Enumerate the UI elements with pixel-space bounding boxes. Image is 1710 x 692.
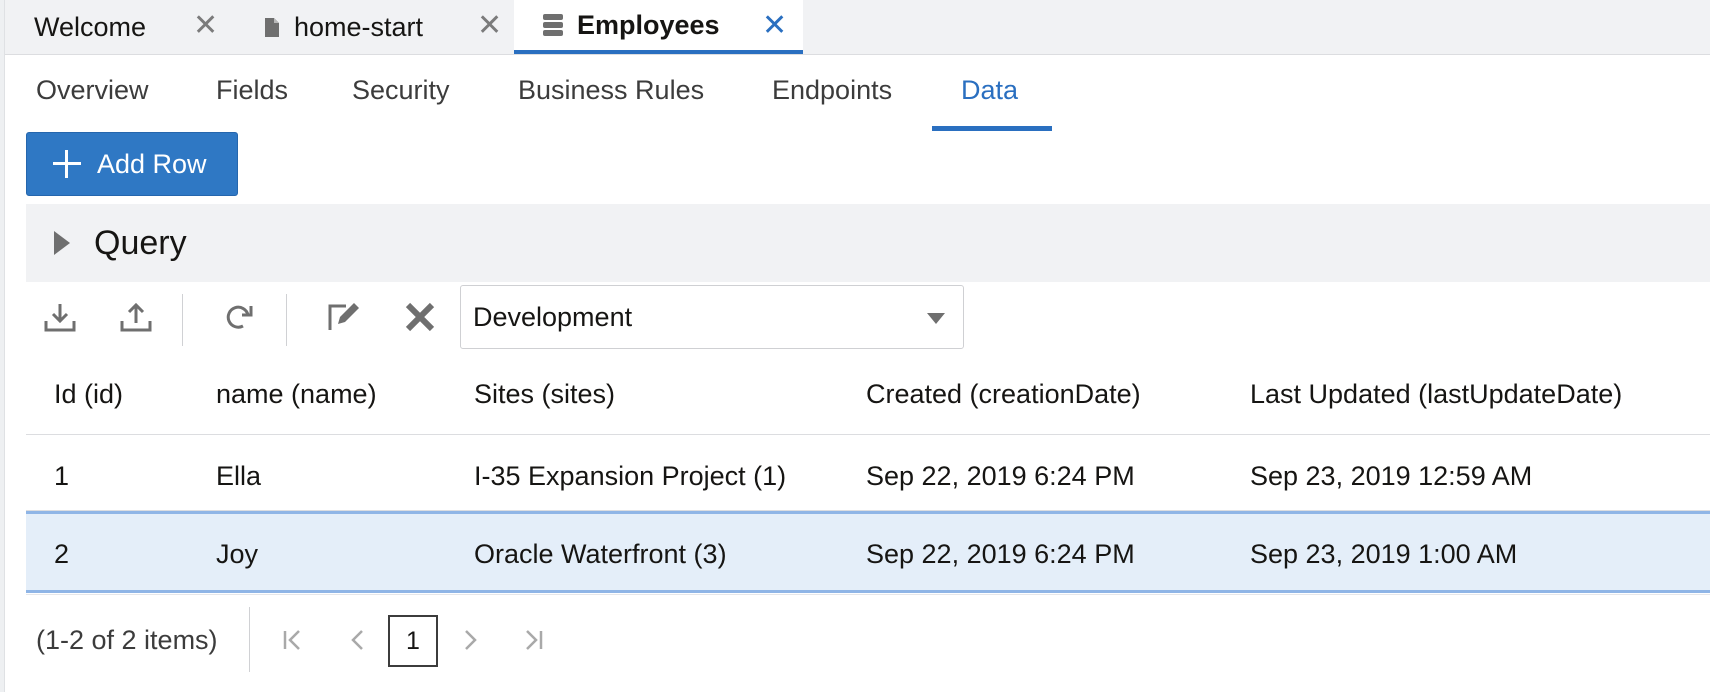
column-header-id[interactable]: Id (id) (54, 379, 123, 410)
column-header-created[interactable]: Created (creationDate) (866, 379, 1141, 410)
query-title: Query (94, 223, 187, 262)
cell-id: 1 (54, 461, 70, 491)
tab-endpoints[interactable]: Endpoints (772, 75, 892, 133)
tab-fields[interactable]: Fields (216, 75, 288, 133)
editor-tab-welcome[interactable]: Welcome ✕ (5, 0, 237, 54)
next-page-icon[interactable] (450, 620, 490, 660)
upload-icon[interactable] (111, 294, 161, 340)
cell-name: Ella (216, 461, 262, 491)
file-icon (265, 17, 279, 37)
cell-created: Sep 22, 2019 6:24 PM (866, 461, 1135, 491)
pager-divider (26, 594, 1710, 595)
table-row[interactable]: 1 Ella I-35 Expansion Project (1) Sep 22… (26, 435, 1710, 511)
tab-data[interactable]: Data (961, 75, 1018, 133)
close-icon[interactable]: ✕ (477, 6, 502, 46)
tab-business-rules[interactable]: Business Rules (518, 75, 704, 133)
chevron-down-icon (927, 313, 945, 324)
current-page-number[interactable]: 1 (388, 615, 438, 667)
column-header-last-updated[interactable]: Last Updated (lastUpdateDate) (1250, 379, 1622, 410)
left-edge-rule (0, 0, 5, 692)
delete-icon[interactable] (395, 294, 445, 340)
previous-page-icon[interactable] (338, 620, 378, 660)
first-page-icon[interactable] (272, 620, 312, 660)
environment-select[interactable]: Development (460, 285, 964, 349)
plus-icon (53, 150, 81, 178)
download-icon[interactable] (35, 294, 85, 340)
tab-overview[interactable]: Overview (36, 75, 149, 133)
refresh-icon[interactable] (213, 294, 263, 340)
cell-name: Joy (216, 539, 259, 569)
editor-tab-label: Welcome (34, 11, 147, 42)
close-icon[interactable]: ✕ (193, 6, 218, 46)
cell-id: 2 (54, 539, 70, 569)
add-row-button[interactable]: Add Row (26, 132, 238, 196)
expand-caret-icon[interactable] (54, 231, 70, 255)
close-icon[interactable]: ✕ (762, 6, 787, 46)
editor-tab-bar: Welcome ✕ home-start ✕ Employees ✕ (5, 0, 1710, 55)
editor-tab-label: home-start (294, 11, 424, 42)
toolbar-divider (182, 294, 183, 346)
column-header-name[interactable]: name (name) (216, 379, 377, 410)
edit-icon[interactable] (318, 294, 368, 340)
cell-last-updated: Sep 23, 2019 1:00 AM (1250, 539, 1518, 569)
cell-created: Sep 22, 2019 6:24 PM (866, 539, 1135, 569)
cell-last-updated: Sep 23, 2019 12:59 AM (1250, 461, 1533, 491)
editor-tab-label: Employees (577, 9, 720, 40)
cell-sites[interactable]: I-35 Expansion Project (1) (474, 461, 786, 492)
pager-summary: (1-2 of 2 items) (36, 625, 218, 655)
cell-sites[interactable]: Oracle Waterfront (3) (474, 539, 727, 570)
pager-separator (249, 607, 250, 672)
add-row-label: Add Row (97, 148, 207, 179)
environment-value: Development (473, 301, 633, 332)
database-icon (543, 14, 563, 36)
last-page-icon[interactable] (514, 620, 554, 660)
toolbar-divider (286, 294, 287, 346)
query-panel-header[interactable]: Query (26, 204, 1710, 282)
editor-tab-home-start[interactable]: home-start ✕ (237, 0, 514, 54)
tab-security[interactable]: Security (352, 75, 450, 133)
table-row-selected[interactable]: 2 Joy Oracle Waterfront (3) Sep 22, 2019… (26, 511, 1710, 593)
column-header-sites[interactable]: Sites (sites) (474, 379, 615, 410)
editor-tab-employees[interactable]: Employees ✕ (514, 0, 803, 54)
active-tab-indicator (932, 126, 1052, 131)
